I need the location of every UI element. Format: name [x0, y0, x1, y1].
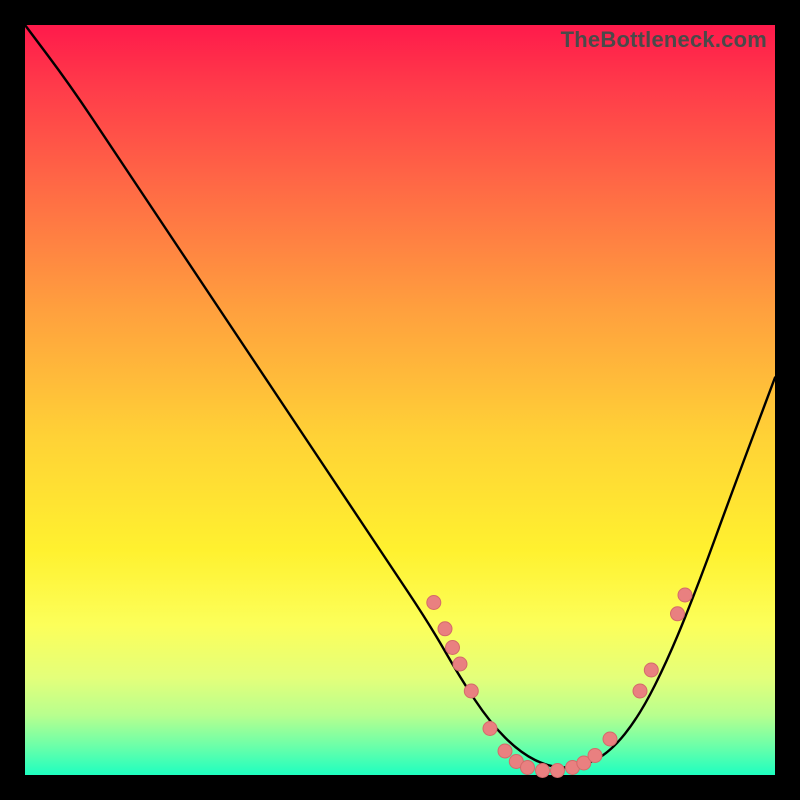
curve-marker — [464, 684, 478, 698]
curve-marker — [588, 749, 602, 763]
curve-marker — [498, 744, 512, 758]
curve-marker — [671, 607, 685, 621]
curve-marker — [536, 764, 550, 778]
curve-marker — [438, 622, 452, 636]
bottleneck-curve-svg — [25, 25, 775, 775]
curve-marker — [453, 657, 467, 671]
curve-marker — [427, 596, 441, 610]
curve-marker — [644, 663, 658, 677]
bottleneck-curve — [25, 25, 775, 768]
curve-marker — [521, 761, 535, 775]
curve-marker — [633, 684, 647, 698]
curve-marker — [446, 641, 460, 655]
curve-marker — [551, 764, 565, 778]
curve-marker — [603, 732, 617, 746]
chart-frame: TheBottleneck.com — [25, 25, 775, 775]
curve-marker — [678, 588, 692, 602]
curve-markers — [427, 588, 692, 778]
curve-marker — [483, 722, 497, 736]
